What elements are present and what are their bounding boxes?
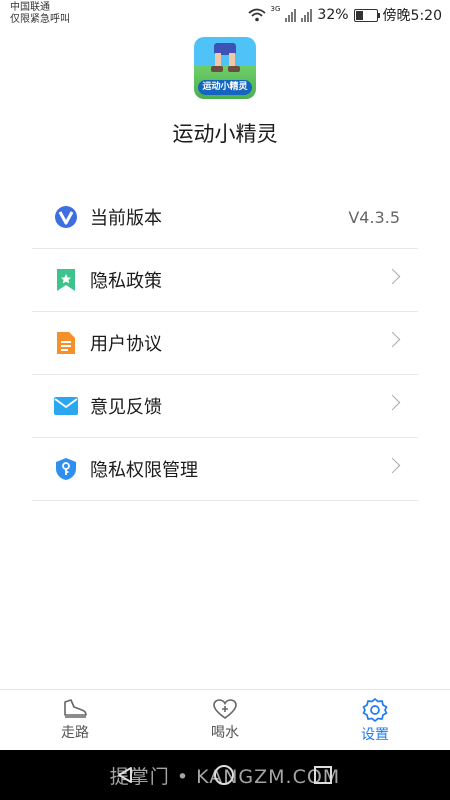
- watermark: 提掌门 • KANGZM.COM: [109, 766, 341, 788]
- wifi-icon: [247, 8, 266, 22]
- permission-management-row[interactable]: 隐私权限管理: [32, 438, 418, 501]
- tab-water-label: 喝水: [211, 725, 239, 741]
- tab-bar: 走路 喝水 设置: [0, 689, 450, 750]
- gear-icon: [362, 698, 388, 722]
- tab-water[interactable]: 喝水: [150, 690, 300, 750]
- carrier-info: 中国联通 仅限紧急呼叫: [10, 2, 70, 26]
- heart-plus-icon: [213, 699, 237, 719]
- user-agreement-row[interactable]: 用户协议: [32, 312, 418, 375]
- settings-list: 当前版本 V4.3.5 隐私政策 用户协议 意见反馈 隐私权限管理: [32, 186, 418, 501]
- feedback-row[interactable]: 意见反馈: [32, 375, 418, 438]
- status-icons: 3G 32% 傍晚5:20: [247, 5, 442, 25]
- tab-settings-label: 设置: [361, 727, 389, 743]
- privacy-policy-label: 隐私政策: [90, 271, 162, 292]
- battery-percent: 32%: [317, 7, 349, 23]
- tab-settings[interactable]: 设置: [300, 690, 450, 750]
- tab-walk[interactable]: 走路: [0, 690, 150, 750]
- clock: 傍晚5:20: [382, 8, 442, 24]
- carrier-name: 中国联通: [10, 2, 50, 13]
- chevron-right-icon: [384, 394, 401, 411]
- version-value: V4.3.5: [348, 207, 400, 227]
- permission-management-label: 隐私权限管理: [90, 460, 198, 481]
- shield-key-icon: [54, 457, 78, 481]
- chevron-right-icon: [384, 268, 401, 285]
- status-bar: 中国联通 仅限紧急呼叫 3G 32% 傍晚5:20: [0, 0, 450, 30]
- battery-icon: [353, 8, 380, 22]
- chevron-right-icon: [384, 457, 401, 474]
- user-agreement-label: 用户协议: [90, 334, 162, 355]
- navigation-bar: 提掌门 • KANGZM.COM: [0, 750, 450, 800]
- version-row[interactable]: 当前版本 V4.3.5: [32, 186, 418, 249]
- bookmark-star-icon: [54, 268, 78, 292]
- app-name: 运动小精灵: [172, 122, 278, 146]
- emergency-text: 仅限紧急呼叫: [10, 14, 70, 25]
- version-label: 当前版本: [90, 208, 162, 229]
- document-icon: [54, 331, 78, 355]
- network-type: 3G: [270, 5, 281, 13]
- running-legs-icon: [211, 43, 240, 72]
- signal-icon: [285, 8, 297, 22]
- shoe-icon: [64, 699, 87, 718]
- app-icon: 运动小精灵: [194, 37, 256, 99]
- privacy-policy-row[interactable]: 隐私政策: [32, 249, 418, 312]
- feedback-label: 意见反馈: [90, 397, 162, 418]
- app-icon-label: 运动小精灵: [198, 80, 252, 95]
- tab-walk-label: 走路: [61, 725, 89, 741]
- signal-icon-2: [301, 8, 313, 22]
- chevron-right-icon: [384, 331, 401, 348]
- mail-icon: [54, 394, 78, 418]
- version-v-icon: [54, 205, 78, 229]
